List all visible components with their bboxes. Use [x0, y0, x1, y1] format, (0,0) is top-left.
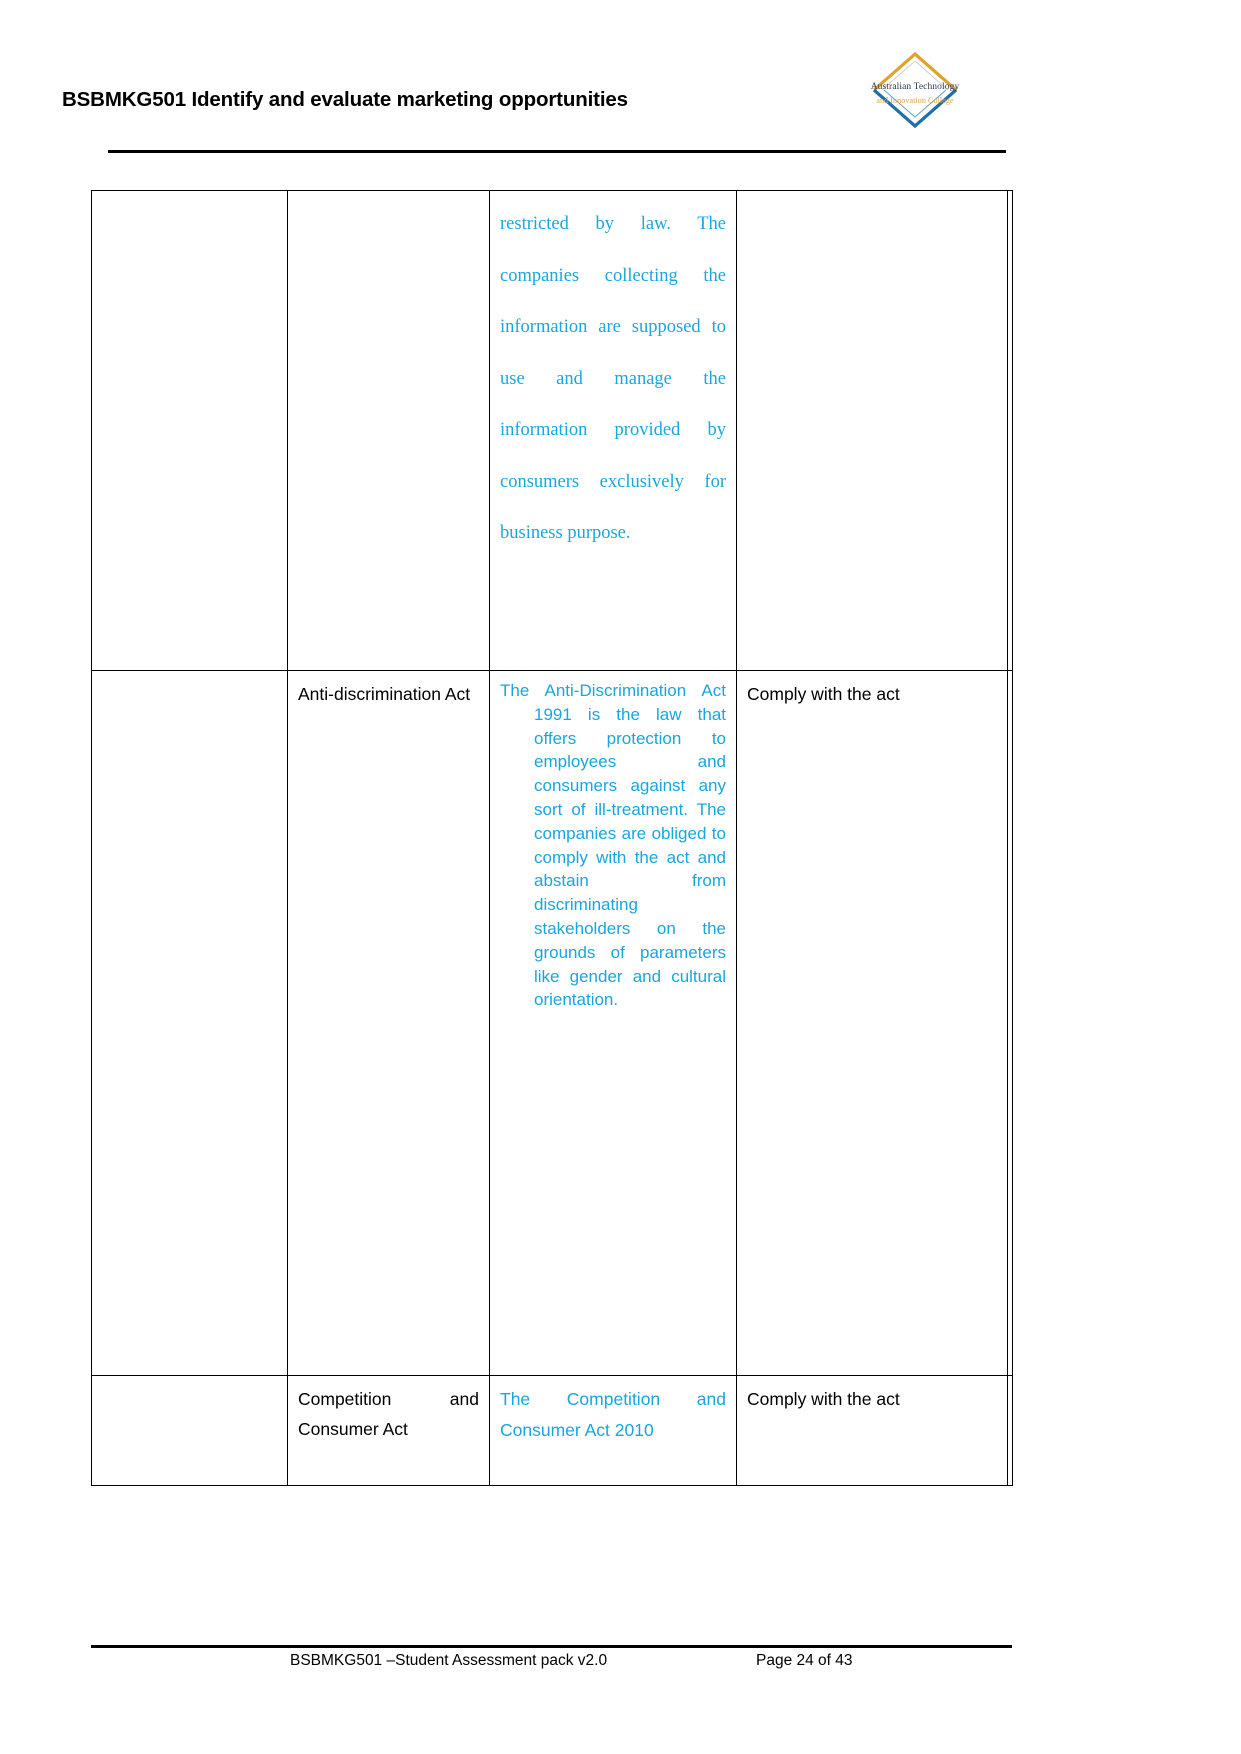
- logo-text-secondary: and Innovation College: [876, 96, 954, 105]
- row2-cell-description: The Anti-Discrimination Act 1991 is the …: [489, 670, 737, 1376]
- row3-cell-action: Comply with the act: [736, 1375, 1008, 1486]
- table-row: Anti-discrimination Act The Anti-Discrim…: [91, 670, 1013, 1376]
- row2-cell-action: Comply with the act: [736, 670, 1008, 1376]
- row1-cell-description: restricted by law. The companies collect…: [489, 190, 737, 671]
- row3-act-name-text: Competition and Consumer Act: [298, 1389, 479, 1439]
- row3-cell-description: The Competition and Consumer Act 2010: [489, 1375, 737, 1486]
- page-header: BSBMKG501 Identify and evaluate marketin…: [0, 0, 1241, 170]
- table-row: Competition and Consumer Act The Competi…: [91, 1375, 1013, 1486]
- row2-description-text: The Anti-Discrimination Act 1991 is the …: [500, 681, 726, 1010]
- row1-action-text: [737, 191, 1007, 209]
- row2-cell-empty-left: [91, 670, 288, 1376]
- row3-cell-act-name: Competition and Consumer Act: [287, 1375, 490, 1486]
- college-logo: Australian Technology and Innovation Col…: [860, 44, 970, 136]
- legislation-table: restricted by law. The companies collect…: [91, 190, 1013, 1486]
- row2-cell-spacer: [1007, 670, 1013, 1376]
- header-divider: [108, 150, 1006, 153]
- row1-cell-act-name: [287, 190, 490, 671]
- row1-cell-action: [736, 190, 1008, 671]
- page-title: BSBMKG501 Identify and evaluate marketin…: [62, 88, 628, 111]
- row2-description-wrap: The Anti-Discrimination Act 1991 is the …: [490, 671, 736, 1022]
- row3-action-text: Comply with the act: [747, 1389, 900, 1409]
- row1-description-text: restricted by law. The companies collect…: [500, 214, 726, 543]
- row3-cell-spacer: [1007, 1375, 1013, 1486]
- row2-action-text: Comply with the act: [747, 684, 900, 704]
- row1-cell-spacer: [1007, 190, 1013, 671]
- row1-cell-empty-left: [91, 190, 288, 671]
- row2-description-period: .: [613, 990, 619, 1010]
- row2-act-name-text: Anti-discrimination Act: [298, 684, 471, 704]
- row3-description-text: The Competition and Consumer Act 2010: [500, 1389, 726, 1440]
- row1-act-name-text: [288, 191, 489, 209]
- row2-cell-act-name: Anti-discrimination Act: [287, 670, 490, 1376]
- logo-text-primary: Australian Technology: [870, 82, 960, 92]
- page-footer: BSBMKG501 –Student Assessment pack v2.0 …: [91, 1652, 1012, 1682]
- row3-cell-empty-left: [91, 1375, 288, 1486]
- footer-divider: [91, 1645, 1012, 1648]
- table-row: restricted by law. The companies collect…: [91, 190, 1013, 671]
- footer-document-label: BSBMKG501 –Student Assessment pack v2.0: [290, 1652, 608, 1669]
- footer-page-number: Page 24 of 43: [756, 1652, 853, 1669]
